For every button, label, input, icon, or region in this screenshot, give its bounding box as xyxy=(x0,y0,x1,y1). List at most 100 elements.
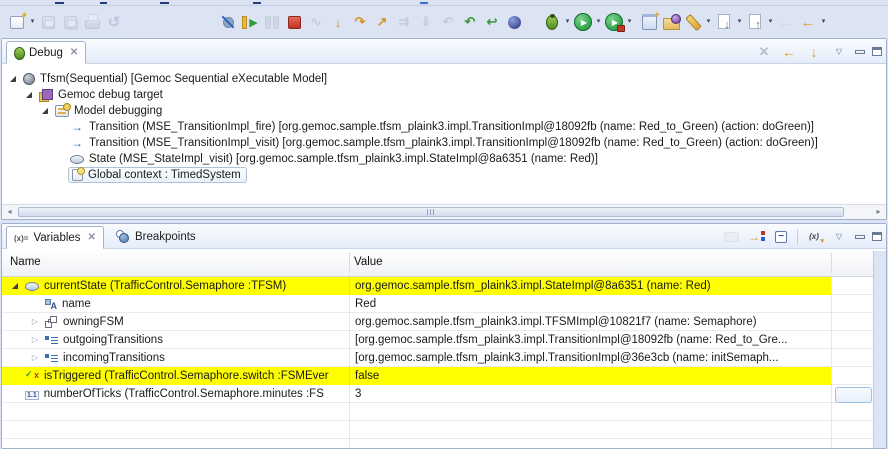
tab-variables[interactable]: Variables xyxy=(6,226,104,249)
step-into-icon[interactable] xyxy=(327,11,349,33)
previous-annotation-icon[interactable] xyxy=(744,11,766,33)
maximize-icon[interactable] xyxy=(872,47,882,56)
minimize-icon[interactable] xyxy=(855,235,865,239)
debug-icon[interactable] xyxy=(541,11,563,33)
variable-name: isTriggered (TrafficControl.Semaphore.sw… xyxy=(44,370,329,382)
collapse-all-icon[interactable] xyxy=(772,228,790,246)
view-menu-icon[interactable] xyxy=(830,228,848,246)
open-type-icon[interactable] xyxy=(660,11,682,33)
tab-breakpoints-label: Breakpoints xyxy=(135,231,196,243)
show-logical-structures-icon[interactable] xyxy=(747,228,765,246)
tree-row-global-context[interactable]: Global context : TimedSystem xyxy=(2,167,886,183)
table-row-outgoingTransitions[interactable]: outgoingTransitions [org.gemoc.sample.tf… xyxy=(2,331,831,349)
tree-row-state-visit[interactable]: State (MSE_StateImpl_visit) [org.gemoc.s… xyxy=(2,151,886,167)
step-over-icon[interactable] xyxy=(349,11,371,33)
scroll-right-icon[interactable]: ▸ xyxy=(871,205,886,219)
column-divider[interactable] xyxy=(831,253,832,273)
tree-row-thread[interactable]: Model debugging xyxy=(2,103,886,119)
tree-row-debug-target[interactable]: Gemoc debug target xyxy=(2,87,886,103)
vertical-scrollbar-track[interactable] xyxy=(873,251,886,448)
step-backward-into-icon[interactable] xyxy=(459,11,481,33)
tab-debug[interactable]: Debug xyxy=(6,41,86,64)
table-row-isTriggered[interactable]: isTriggered (TrafficControl.Semaphore.sw… xyxy=(2,367,831,385)
expander-icon[interactable] xyxy=(8,71,18,87)
table-row-currentState[interactable]: currentState (TrafficControl.Semaphore :… xyxy=(2,277,831,295)
column-header-value[interactable]: Value xyxy=(354,256,383,268)
column-gridline xyxy=(831,277,832,448)
step-filters-icon[interactable] xyxy=(437,11,459,33)
run-icon[interactable] xyxy=(572,11,594,33)
run-to-line-icon[interactable] xyxy=(393,11,415,33)
run-dropdown-icon[interactable] xyxy=(594,11,603,33)
external-tools-icon[interactable] xyxy=(603,11,625,33)
toolbar-separator xyxy=(797,229,798,245)
terminate-icon[interactable] xyxy=(283,11,305,33)
back-dropdown-icon[interactable] xyxy=(819,11,828,33)
skip-all-breakpoints-icon[interactable] xyxy=(217,11,239,33)
disconnect-icon[interactable] xyxy=(305,11,327,33)
expander-icon[interactable] xyxy=(10,278,20,294)
step-forward-icon[interactable] xyxy=(805,43,823,61)
boolean-attribute-icon xyxy=(25,371,39,382)
search-dropdown-icon[interactable] xyxy=(704,11,713,33)
engine-status-icon[interactable] xyxy=(503,11,525,33)
search-icon[interactable] xyxy=(682,11,704,33)
horizontal-scrollbar[interactable]: ◂ ▸ xyxy=(2,204,886,219)
back-icon[interactable] xyxy=(797,11,819,33)
view-menu-icon[interactable] xyxy=(830,43,848,61)
tree-row-launch[interactable]: Tfsm(Sequential) [Gemoc Sequential eXecu… xyxy=(2,71,886,87)
external-tools-dropdown-icon[interactable] xyxy=(625,11,634,33)
table-row-numberOfTicks[interactable]: numberOfTicks (TrafficControl.Semaphore.… xyxy=(2,385,831,403)
minimize-icon[interactable] xyxy=(855,50,865,54)
next-annotation-dropdown-icon[interactable] xyxy=(735,11,744,33)
name-cell: currentState (TrafficControl.Semaphore :… xyxy=(2,277,349,295)
table-column-header: Name Value xyxy=(2,250,886,277)
save-icon[interactable] xyxy=(37,11,59,33)
name-cell: outgoingTransitions xyxy=(2,331,349,349)
table-row-owningFSM[interactable]: owningFSM org.gemoc.sample.tfsm_plaink3.… xyxy=(2,313,831,331)
expander-icon[interactable] xyxy=(30,332,40,348)
expander-icon[interactable] xyxy=(30,314,40,330)
new-wizard-icon[interactable] xyxy=(6,11,28,33)
previous-annotation-dropdown-icon[interactable] xyxy=(766,11,775,33)
scrollbar-thumb[interactable] xyxy=(18,207,844,217)
menu-glyph-mark xyxy=(253,2,261,4)
step-return-icon[interactable] xyxy=(371,11,393,33)
drop-to-frame-icon[interactable] xyxy=(415,11,437,33)
maximize-icon[interactable] xyxy=(872,232,882,241)
expander-icon[interactable] xyxy=(40,103,50,119)
close-icon[interactable] xyxy=(88,232,96,243)
menu-glyph-mark xyxy=(160,2,169,4)
expander-icon[interactable] xyxy=(30,350,40,366)
close-icon[interactable] xyxy=(70,47,78,58)
print-icon[interactable] xyxy=(81,11,103,33)
save-all-icon[interactable] xyxy=(59,11,81,33)
expander-icon[interactable] xyxy=(24,87,34,103)
refresh-icon[interactable] xyxy=(103,11,125,33)
display-value-icon[interactable] xyxy=(805,228,823,246)
table-row-name[interactable]: name Red xyxy=(2,295,831,313)
step-backward-over-icon[interactable] xyxy=(481,11,503,33)
column-divider[interactable] xyxy=(349,253,350,273)
table-row-incomingTransitions[interactable]: incomingTransitions [org.gemoc.sample.tf… xyxy=(2,349,831,367)
next-annotation-icon[interactable] xyxy=(713,11,735,33)
transition-arrow-icon xyxy=(70,136,84,150)
scroll-left-icon[interactable]: ◂ xyxy=(2,205,17,219)
remove-all-icon[interactable] xyxy=(755,43,773,61)
tree-row-transition-visit[interactable]: Transition (MSE_TransitionImpl_visit) [o… xyxy=(2,135,886,151)
step-backward-icon[interactable] xyxy=(780,43,798,61)
column-header-name[interactable]: Name xyxy=(10,256,41,268)
last-edit-location-icon[interactable] xyxy=(775,11,797,33)
state-icon xyxy=(70,155,84,164)
pause-icon[interactable] xyxy=(261,11,283,33)
debug-target-icon xyxy=(39,89,53,102)
variable-name: name xyxy=(62,298,91,310)
debug-dropdown-icon[interactable] xyxy=(563,11,572,33)
new-wizard-dropdown-icon[interactable] xyxy=(28,11,37,33)
resume-icon[interactable] xyxy=(239,11,261,33)
new-project-icon[interactable] xyxy=(638,11,660,33)
show-type-names-icon[interactable] xyxy=(722,228,740,246)
tree-row-transition-fire[interactable]: Transition (MSE_TransitionImpl_fire) [or… xyxy=(2,119,886,135)
debug-bug-icon xyxy=(14,46,24,59)
tab-breakpoints[interactable]: Breakpoints xyxy=(104,225,208,248)
